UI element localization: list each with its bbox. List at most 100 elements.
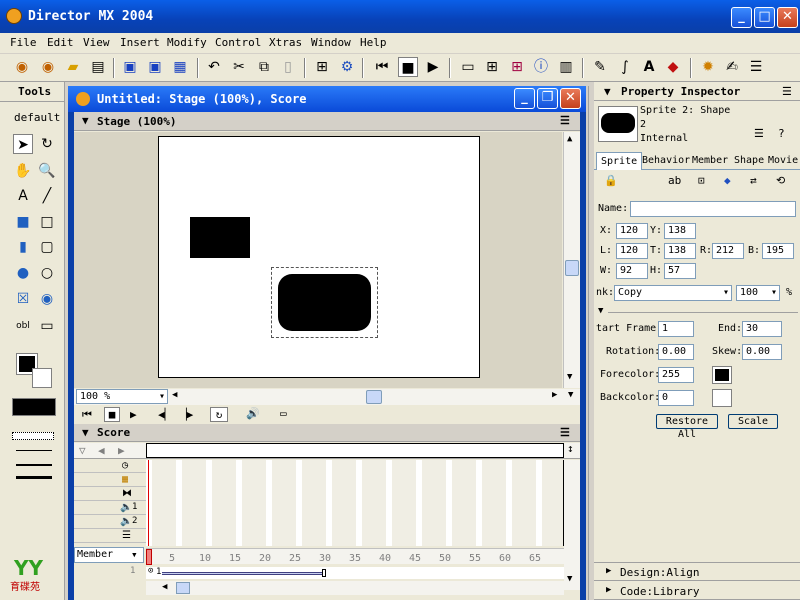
trails-icon[interactable]: ◆	[724, 174, 731, 187]
line-width-2[interactable]	[16, 464, 52, 466]
rotation-field[interactable]: 0.00	[658, 344, 694, 360]
vector-icon[interactable]: ∫	[615, 57, 635, 77]
t-field[interactable]: 138	[664, 243, 696, 259]
scroll-right-icon[interactable]: ▶	[552, 390, 557, 400]
stage-options-icon[interactable]: ☰	[560, 114, 570, 127]
scroll-down-corner-icon[interactable]: ▼	[568, 390, 573, 400]
line-width-1[interactable]	[16, 450, 52, 451]
tween-icon[interactable]: ⟲	[776, 174, 785, 187]
doc-close-button[interactable]: ✕	[560, 88, 581, 109]
new-movie-icon[interactable]: ◉	[12, 57, 32, 77]
sprite-2-roundrect[interactable]	[278, 274, 371, 331]
pi-collapse-icon[interactable]: ▼	[604, 85, 611, 98]
code-library-panel[interactable]: ▶ Code:Library	[594, 582, 800, 600]
rect-icon[interactable]: □	[37, 212, 57, 232]
new-cast-icon[interactable]: ◉	[38, 57, 58, 77]
sprite-start-marker[interactable]: ⊙	[148, 566, 153, 576]
tab-member[interactable]: Member	[692, 155, 728, 166]
loop-icon[interactable]: ↻	[210, 407, 228, 422]
list-view-icon[interactable]: ☰	[754, 127, 764, 140]
ink-select[interactable]: Copy ▾	[614, 285, 732, 301]
cast-window-icon[interactable]: ⊞	[507, 57, 527, 77]
score-options-icon[interactable]: ☰	[560, 426, 570, 439]
menu-xtras[interactable]: Xtras	[269, 36, 302, 49]
line-width-3[interactable]	[16, 476, 52, 479]
menu-window[interactable]: Window	[311, 36, 351, 49]
collapse-arrow-icon[interactable]: ▼	[82, 114, 89, 127]
save-icon[interactable]: ▣	[120, 57, 140, 77]
backcolor-field[interactable]: 0	[658, 390, 694, 406]
name-field[interactable]	[630, 201, 796, 217]
sprite-end-marker[interactable]	[322, 569, 326, 577]
library-icon[interactable]: ▥	[556, 57, 576, 77]
menu-insert[interactable]: Insert	[120, 36, 160, 49]
marker-prev-icon[interactable]: ◀	[98, 444, 105, 457]
zoom-select[interactable]: 100 % ▾	[76, 389, 168, 404]
sound-channel-1[interactable]: 🔈 1	[74, 502, 146, 515]
menu-file[interactable]: File	[10, 36, 37, 49]
menu-control[interactable]: Control	[215, 36, 261, 49]
stage-vscroll[interactable]: ▲ ▼	[563, 132, 580, 388]
volume-icon[interactable]: 🔊	[246, 407, 260, 420]
sprite-1-rectangle[interactable]	[190, 217, 250, 258]
end-frame-field[interactable]: 30	[742, 321, 782, 337]
r-field[interactable]: 212	[712, 243, 744, 259]
moveable-icon[interactable]: ⊡	[698, 174, 705, 187]
display-select[interactable]: Member ▾	[74, 547, 144, 563]
arrow-tool-icon[interactable]: ➤	[13, 134, 33, 154]
pi-options-icon[interactable]: ☰	[782, 85, 792, 98]
score-hscroll-thumb[interactable]	[176, 582, 190, 594]
scroll-left-icon[interactable]: ◀	[172, 390, 177, 400]
pattern-swatch[interactable]	[12, 398, 56, 416]
exchange-icon[interactable]: ⚙	[337, 57, 357, 77]
hscroll-thumb[interactable]	[366, 390, 382, 404]
flip-icon[interactable]: ⇄	[750, 174, 757, 187]
editable-icon[interactable]: ab	[668, 174, 681, 187]
scroll-up-icon[interactable]: ▲	[567, 134, 572, 144]
menu-help[interactable]: Help	[360, 36, 387, 49]
doc-minimize-button[interactable]: _	[514, 88, 535, 109]
button-tool-icon[interactable]: ▭	[37, 316, 57, 336]
checkbox-tool-icon[interactable]: ☒	[13, 289, 33, 309]
sound-channel-2[interactable]: 🔈 2	[74, 516, 146, 529]
backcolor-swatch[interactable]	[712, 389, 732, 407]
line-width-none[interactable]	[12, 432, 54, 440]
filled-rect-icon[interactable]: ■	[13, 212, 33, 232]
filled-roundrect-icon[interactable]: ▮	[13, 237, 33, 257]
paste-icon[interactable]: ▯	[278, 57, 298, 77]
filled-ellipse-icon[interactable]: ●	[13, 263, 33, 283]
ellipse-icon[interactable]: ○	[37, 263, 57, 283]
l-field[interactable]: 120	[616, 243, 648, 259]
shockwave-icon[interactable]: ◆	[663, 57, 683, 77]
script-icon[interactable]: ✍	[722, 57, 742, 77]
stage-window-icon[interactable]: ▭	[458, 57, 478, 77]
score-scroll-down-icon[interactable]: ▼	[567, 574, 572, 584]
menu-modify[interactable]: Modify	[167, 36, 207, 49]
rewind-small-icon[interactable]: ⏮	[82, 408, 92, 422]
tab-sprite[interactable]: Sprite	[596, 152, 643, 170]
x-field[interactable]: 120	[616, 223, 648, 239]
doc-restore-button[interactable]: ❐	[537, 88, 558, 109]
copy-icon[interactable]: ⧉	[254, 57, 274, 77]
play-icon[interactable]: ▶	[423, 57, 443, 77]
playhead[interactable]	[146, 549, 152, 565]
menu-edit[interactable]: Edit	[47, 36, 74, 49]
lock-icon[interactable]: 🔒	[604, 174, 618, 187]
h-field[interactable]: 57	[664, 263, 696, 279]
score-vscroll[interactable]: ▼	[564, 460, 580, 590]
tab-behavior[interactable]: Behavior	[642, 155, 690, 166]
score-window-icon[interactable]: ⊞	[482, 57, 502, 77]
expand-arrow-icon[interactable]: ▼	[598, 306, 603, 316]
sprite-2-selection-box[interactable]	[271, 267, 378, 338]
tools-mode[interactable]: default	[14, 111, 60, 124]
find-icon[interactable]: ⊞	[312, 57, 332, 77]
step-forward-icon[interactable]: ▕▶	[180, 408, 193, 421]
tab-shape[interactable]: Shape	[734, 155, 764, 166]
frame-rate-icon[interactable]: ▭	[280, 407, 287, 420]
marker-next-icon[interactable]: ▶	[118, 444, 125, 457]
hand-tool-icon[interactable]: ✋	[13, 161, 33, 181]
vscroll-thumb[interactable]	[565, 260, 579, 276]
transition-channel[interactable]: ⧓	[74, 488, 146, 501]
behavior-icon[interactable]: ✹	[698, 57, 718, 77]
skew-field[interactable]: 0.00	[742, 344, 782, 360]
